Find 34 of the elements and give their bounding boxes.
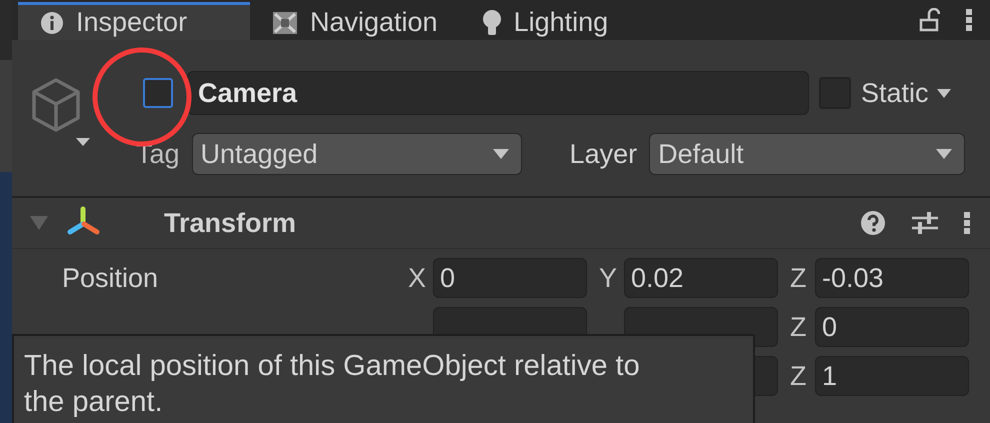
caret-icon [936,88,951,98]
lightbulb-icon [482,10,502,36]
tab[interactable]: Navigation [250,2,460,40]
help-icon[interactable] [860,210,886,236]
sliders-icon[interactable] [912,211,938,235]
component-title: Transform [164,208,296,238]
tag-dropdown[interactable]: Untagged [192,133,522,175]
static-dropdown[interactable]: Static [861,78,951,108]
name-field[interactable]: Camera [187,71,809,115]
tooltip: The local position of this GameObject relative to the parent. [12,334,755,423]
info-icon [40,10,64,34]
tab[interactable]: Lighting [460,2,630,40]
number-field[interactable]: 0.02 [624,258,778,298]
grid-icon [272,10,298,34]
more-icon[interactable] [966,8,972,32]
lock-icon[interactable] [918,8,940,32]
collapse-triangle-icon[interactable] [30,216,48,230]
axis-label: X [408,262,426,292]
layer-label: Layer [570,138,638,170]
caret-icon [936,149,952,159]
number-field[interactable]: 1 [815,356,969,396]
tab[interactable]: Inspector [18,2,250,40]
layer-dropdown[interactable]: Default [649,133,966,175]
number-field[interactable]: 0 [815,307,969,347]
axis-label: Z [790,312,806,342]
property-label: Position [62,262,158,292]
number-field[interactable]: 0 [433,258,587,298]
axis-label: Z [790,360,806,390]
active-checkbox[interactable] [143,78,173,108]
more-icon[interactable] [964,211,970,235]
axis-label: Z [790,262,806,292]
number-field[interactable]: -0.03 [815,258,969,298]
caret-icon [492,149,509,159]
axis-label: Y [599,262,618,292]
